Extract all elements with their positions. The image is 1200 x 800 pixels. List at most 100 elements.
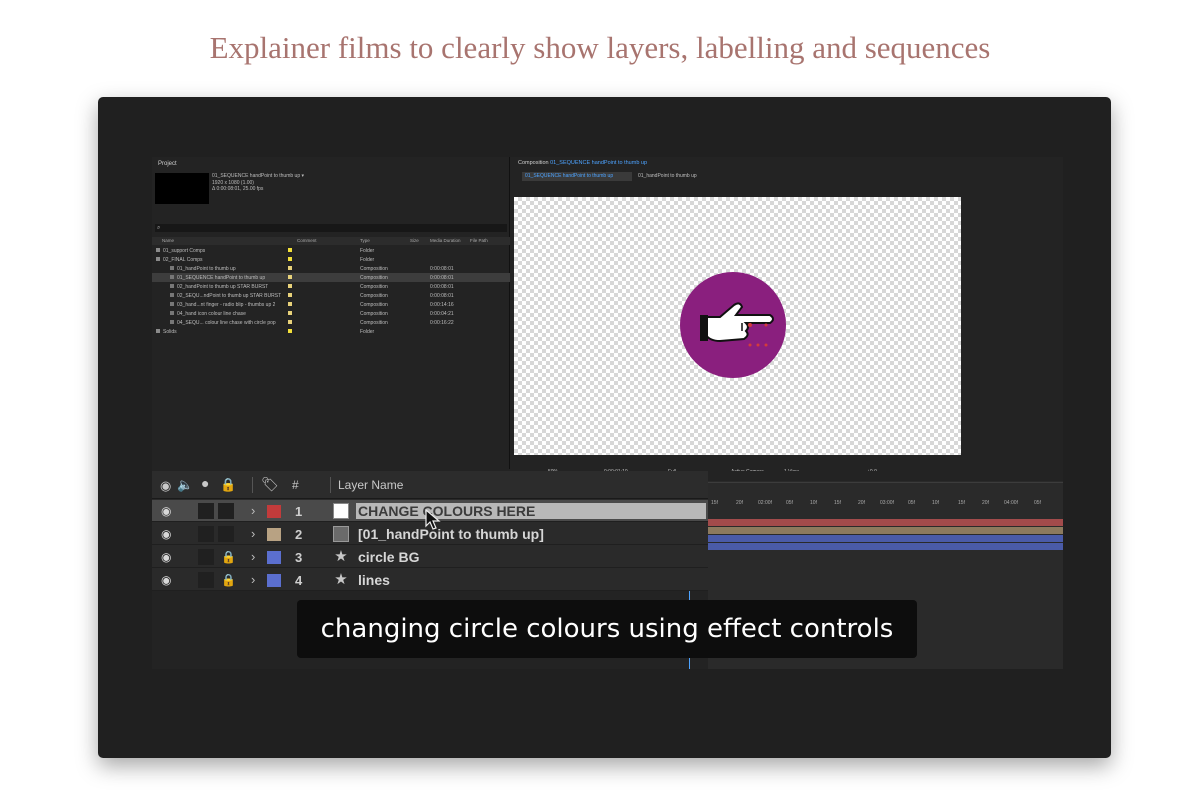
chevron-right-icon[interactable]: ›	[251, 549, 255, 564]
row-name: 04_hand icon colour line chase	[177, 310, 246, 317]
tab-handpoint-comp[interactable]: 01_handPoint to thumb up	[638, 172, 697, 181]
layer-number-header: #	[292, 478, 299, 492]
ruler-tick: 10f	[810, 500, 817, 506]
chevron-right-icon[interactable]: ›	[251, 526, 255, 541]
video-toggle-icon[interactable]: ◉	[160, 478, 171, 494]
col-comment[interactable]: Comment	[297, 238, 317, 243]
project-row[interactable]: 01_handPoint to thumb up Composition 0:00:…	[152, 264, 510, 273]
tab-sequence-comp[interactable]: 01_SEQUENCE handPoint to thumb up	[522, 172, 632, 181]
row-name: Solids	[163, 328, 177, 335]
solo-box[interactable]	[198, 526, 214, 542]
layer-number: 4	[295, 573, 303, 588]
layer-bar-3[interactable]	[708, 535, 1063, 542]
ruler-tick: 15f	[834, 500, 841, 506]
ruler-tick: 20f	[858, 500, 865, 506]
ruler-tick: 04:00f	[1004, 500, 1018, 506]
solo-box[interactable]	[198, 549, 214, 565]
solo-box[interactable]	[198, 572, 214, 588]
project-row[interactable]: 02_handPoint to thumb up STAR BURST Compo…	[152, 282, 510, 291]
shape-layer-star-icon: ★	[334, 571, 348, 588]
project-row-selected[interactable]: 01_SEQUENCE handPoint to thumb up Composi…	[152, 273, 510, 282]
label-swatch[interactable]	[288, 320, 292, 324]
eye-icon[interactable]: ◉	[161, 504, 171, 518]
lock-toggle-icon[interactable]: 🔒	[220, 477, 236, 493]
row-type: Composition	[360, 319, 388, 326]
label-swatch[interactable]	[288, 266, 292, 270]
project-row[interactable]: 01_support Comps Folder	[152, 246, 510, 255]
label-color-swatch[interactable]	[267, 528, 281, 541]
row-type: Composition	[360, 310, 388, 317]
row-name: 02_FINAL Comps	[163, 256, 203, 263]
label-color-swatch[interactable]	[267, 505, 281, 518]
solo-box[interactable]	[198, 503, 214, 519]
composition-title-name[interactable]: 01_SEQUENCE handPoint to thumb up	[550, 160, 647, 166]
composition-title-prefix: Composition	[518, 160, 549, 166]
layer-row-4[interactable]: ◉ 🔒 › 4 ★ lines	[152, 569, 708, 591]
lock-icon[interactable]: 🔒	[221, 550, 236, 564]
label-color-swatch[interactable]	[267, 574, 281, 587]
project-row[interactable]: Solids Folder	[152, 327, 510, 336]
project-row[interactable]: 04_SEQU... colour line chase with circle…	[152, 318, 510, 327]
row-duration: 0:00:08:01	[430, 292, 454, 299]
subtitle-caption: changing circle colours using effect con…	[297, 600, 917, 658]
solo-toggle-icon[interactable]: ●	[201, 475, 209, 491]
comp-info-duration: Δ 0:00:08:01, 25.00 fps	[212, 186, 264, 192]
project-row[interactable]: 02_FINAL Comps Folder	[152, 255, 510, 264]
ruler-tick: 05f	[908, 500, 915, 506]
comp-thumbnail	[155, 173, 209, 204]
label-color-swatch[interactable]	[267, 551, 281, 564]
label-swatch[interactable]	[288, 248, 292, 252]
precomp-layer-icon	[333, 526, 349, 542]
project-row[interactable]: 04_hand icon colour line chase Compositio…	[152, 309, 510, 318]
layer-name-header[interactable]: Layer Name	[338, 478, 403, 492]
project-row[interactable]: 02_SEQU...ndPoint to thumb up STAR BURST…	[152, 291, 510, 300]
col-name[interactable]: Name	[162, 238, 174, 243]
label-swatch[interactable]	[288, 275, 292, 279]
solid-layer-icon	[333, 503, 349, 519]
comp-info-name[interactable]: 01_SEQUENCE handPoint to thumb up ▾	[212, 173, 304, 180]
ruler-tick: 10f	[932, 500, 939, 506]
layer-name[interactable]: [01_handPoint to thumb up]	[358, 526, 544, 542]
col-path[interactable]: File Path	[470, 238, 488, 243]
time-ruler[interactable]: 15f 20f 02:00f 05f 10f 15f 20f 03:00f 05…	[708, 483, 1063, 509]
lock-icon[interactable]: 🔒	[221, 573, 236, 587]
label-swatch[interactable]	[288, 257, 292, 261]
layer-list: ◉ 🔈 ● 🔒 🏷 # Layer Name ◉ › 1 CHANGE COLO…	[152, 471, 708, 591]
lock-box[interactable]	[218, 526, 234, 542]
layer-number: 2	[295, 527, 303, 542]
label-swatch[interactable]	[288, 293, 292, 297]
label-swatch[interactable]	[288, 302, 292, 306]
layer-bar-4[interactable]	[708, 543, 1063, 550]
col-duration[interactable]: Media Duration	[430, 238, 461, 243]
label-swatch[interactable]	[288, 284, 292, 288]
eye-icon[interactable]: ◉	[161, 527, 171, 541]
layer-number: 1	[295, 504, 303, 519]
col-size[interactable]: Size	[410, 238, 419, 243]
project-search-input[interactable]: ⌕	[155, 224, 507, 232]
row-duration: 0:00:14:16	[430, 301, 454, 308]
label-swatch[interactable]	[288, 311, 292, 315]
row-type: Composition	[360, 265, 388, 272]
layer-bar-1[interactable]	[708, 519, 1063, 526]
comp-viewer[interactable]	[514, 197, 961, 455]
layer-name[interactable]: circle BG	[358, 549, 419, 565]
chevron-right-icon[interactable]: ›	[251, 503, 255, 518]
lock-box[interactable]	[218, 503, 234, 519]
project-row[interactable]: 03_hand...nt finger - radio blip - thumb…	[152, 300, 510, 309]
eye-icon[interactable]: ◉	[161, 550, 171, 564]
ruler-tick: 05f	[1034, 500, 1041, 506]
audio-toggle-icon[interactable]: 🔈	[177, 477, 193, 493]
layer-bar-2[interactable]	[708, 527, 1063, 534]
row-type: Composition	[360, 301, 388, 308]
layer-name[interactable]: CHANGE COLOURS HERE	[356, 503, 706, 519]
layer-name[interactable]: lines	[358, 572, 390, 588]
layer-row-3[interactable]: ◉ 🔒 › 3 ★ circle BG	[152, 546, 708, 568]
eye-icon[interactable]: ◉	[161, 573, 171, 587]
label-tag-icon[interactable]: 🏷	[261, 476, 279, 493]
col-type[interactable]: Type	[360, 238, 370, 243]
row-duration: 0:00:08:01	[430, 265, 454, 272]
chevron-right-icon[interactable]: ›	[251, 572, 255, 587]
layer-number: 3	[295, 550, 303, 565]
label-swatch[interactable]	[288, 329, 292, 333]
row-name: 04_SEQU... colour line chase with circle…	[177, 319, 276, 326]
